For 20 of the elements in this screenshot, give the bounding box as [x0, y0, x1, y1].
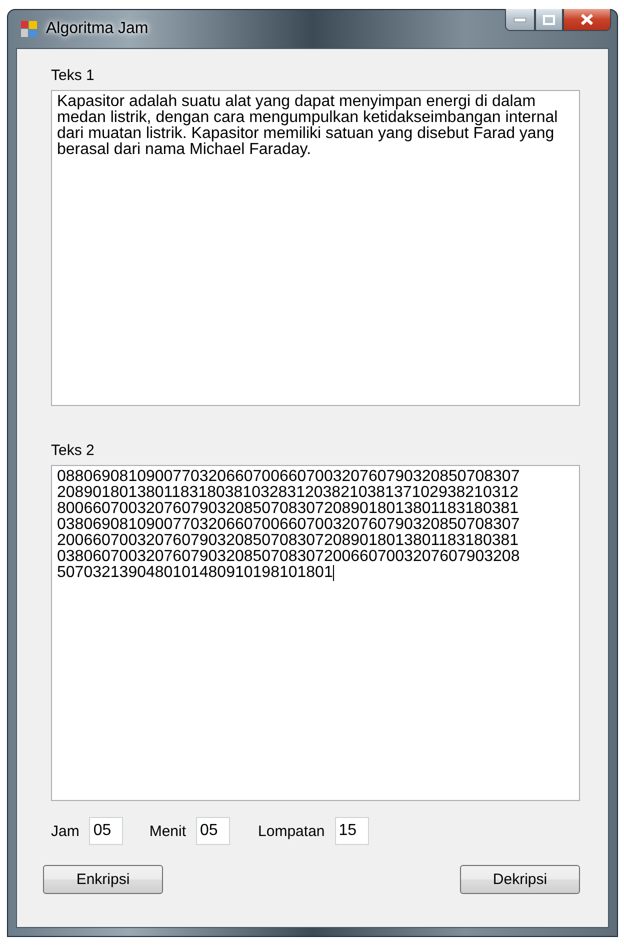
- field-label: Teks 2: [51, 442, 96, 459]
- maximize-button[interactable]: [535, 9, 563, 31]
- close-button[interactable]: [563, 9, 611, 31]
- decrypt-button[interactable]: Dekripsi: [460, 865, 580, 894]
- field-label: Teks 1: [51, 67, 96, 84]
- field-label: Menit: [149, 822, 186, 840]
- field-label: Jam: [51, 822, 80, 840]
- window-title: Algoritma Jam: [46, 20, 148, 38]
- app-icon: [20, 20, 38, 38]
- minimize-button[interactable]: [505, 9, 535, 31]
- maximize-icon: [543, 14, 555, 24]
- input-field[interactable]: 15: [334, 817, 369, 845]
- input-field[interactable]: 05: [196, 817, 230, 845]
- input-field[interactable]: 05: [89, 817, 124, 845]
- close-icon: [580, 14, 594, 25]
- text-area[interactable]: Kapasitor adalah suatu alat yang dapat menyimpan energi di dalam medan listrik, dengan cara mengumpulkan ketidakseimbangan internal dari muatan listrik. Kapasitor memiliki satuan yang disebut Farad yang berasal dari nama Michael Faraday.: [51, 90, 580, 406]
- text-area[interactable]: 0880690810900770320660700660700320760790320850708307 2089018013801183180381032831203821038137102938210312 8006607003207607903208507083072089018013801183180381 0380690810900770320660700660700320760790320850708307 2006607003207607903208507083072089018013801183180381 0380607003207607903208507083072006607003207607903208 5070321390480101480910198101801: [51, 465, 580, 801]
- encrypt-button[interactable]: Enkripsi: [43, 865, 163, 894]
- field-label: Lompatan: [258, 822, 325, 840]
- minimize-icon: [514, 18, 526, 22]
